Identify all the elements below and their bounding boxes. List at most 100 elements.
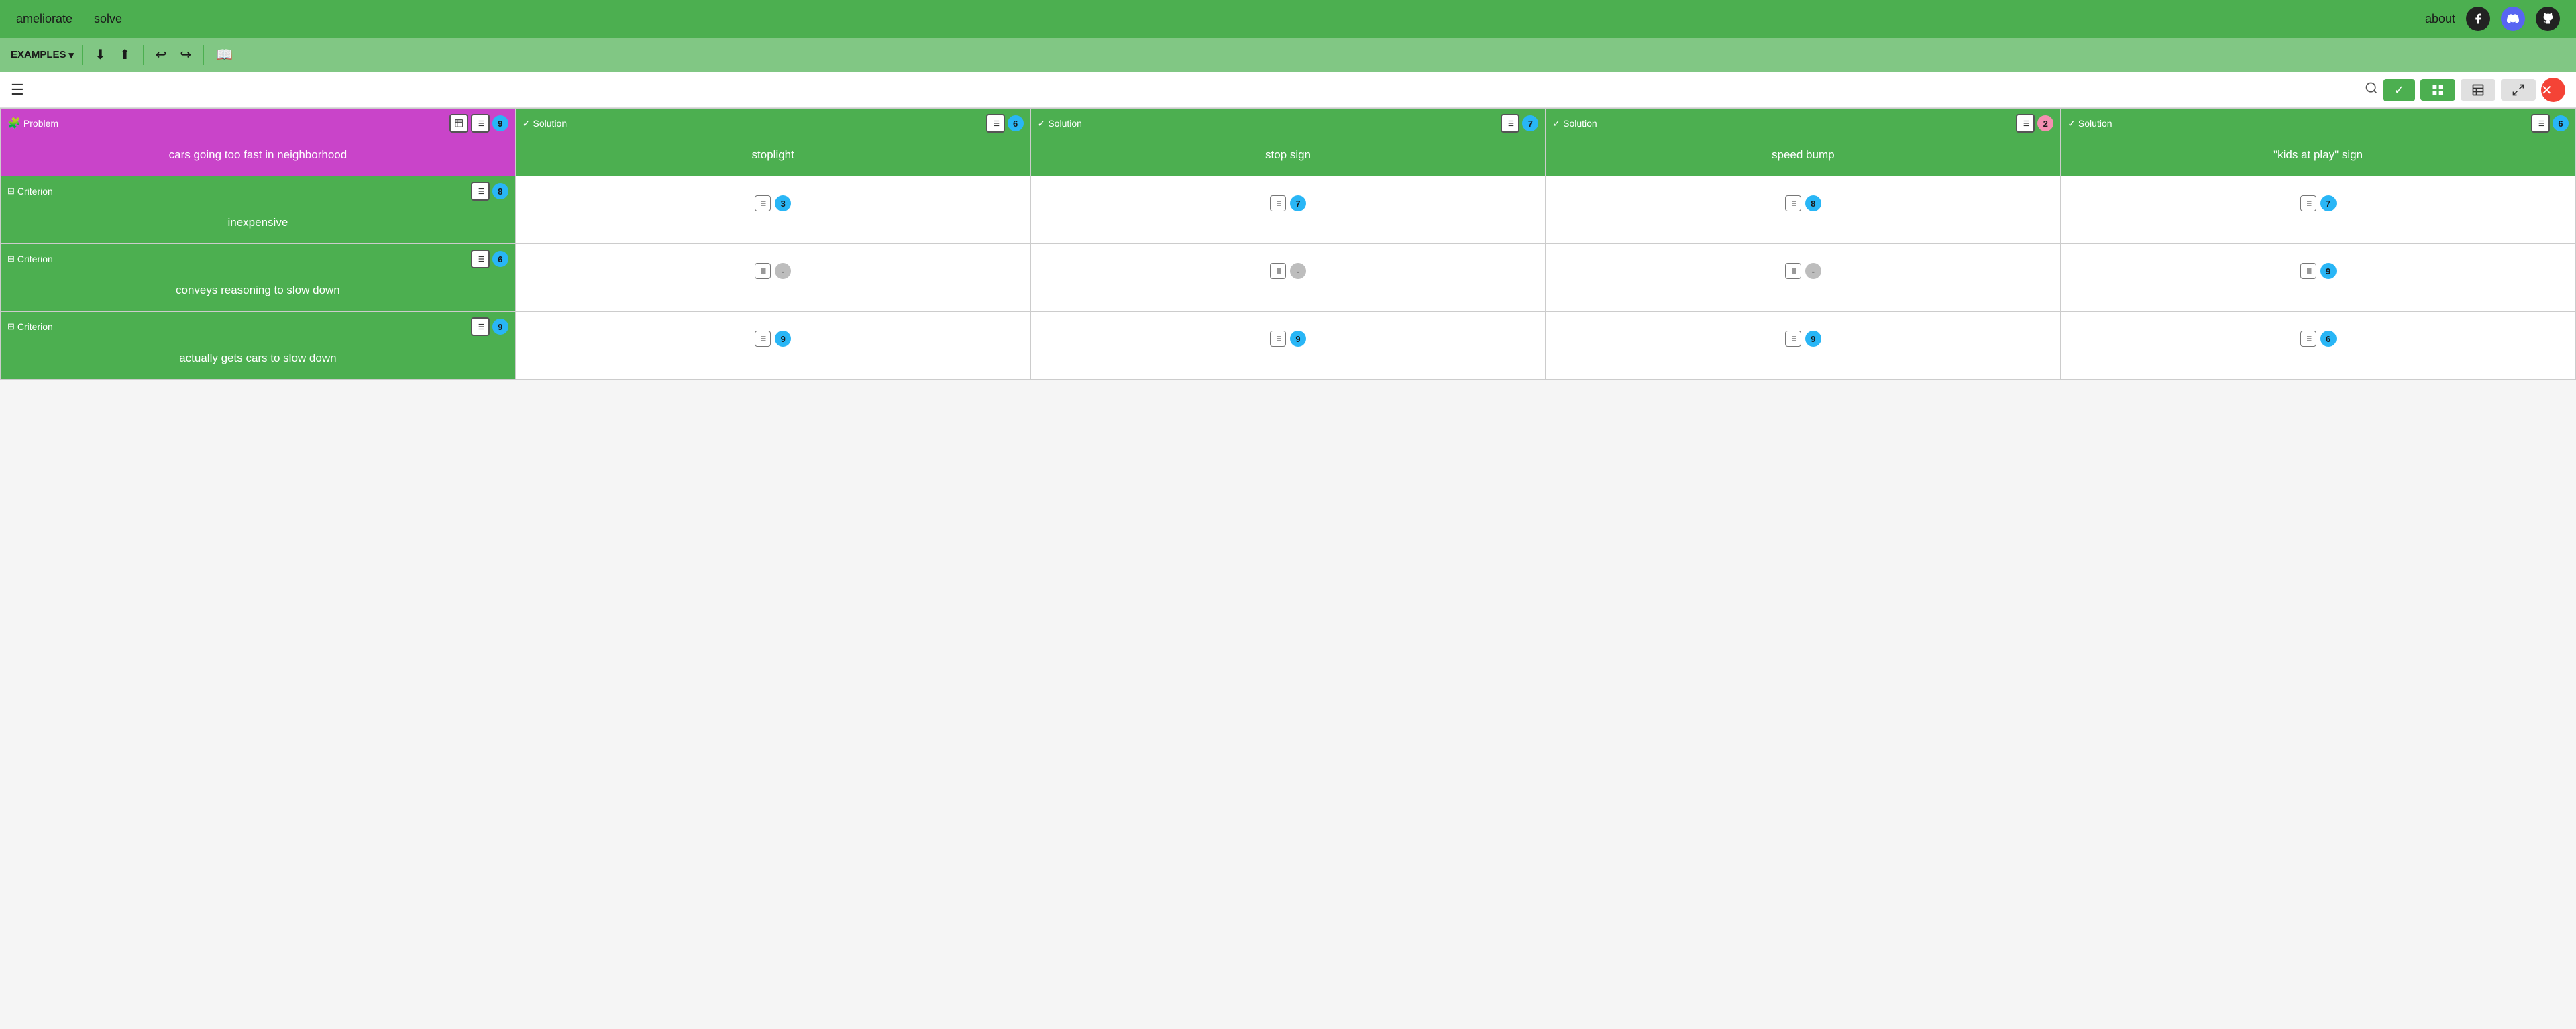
score-cell-1-0: - xyxy=(515,244,1030,312)
solution-1-list-icon[interactable] xyxy=(1501,114,1519,133)
score-badge-1-2: - xyxy=(1805,263,1821,279)
score-cell-2-0: 9 xyxy=(515,312,1030,380)
score-cell-2-2: 9 xyxy=(1546,312,2061,380)
score-inner-0-3: 7 xyxy=(2061,176,2575,230)
criterion-0-badge: 8 xyxy=(492,183,508,199)
score-icon-0-3[interactable] xyxy=(2300,195,2316,211)
puzzle-icon: 🧩 xyxy=(7,117,21,130)
criterion-2-header: ⊞ Criterion 9 xyxy=(1,312,515,339)
criterion-1-list-icon[interactable] xyxy=(471,250,490,268)
toolbar-separator xyxy=(82,45,83,65)
score-inner-2-1: 9 xyxy=(1031,312,1546,366)
solution-2-header: ✓ Solution 2 xyxy=(1546,109,2060,136)
close-button[interactable]: ✕ xyxy=(2541,78,2565,102)
grid-view-button[interactable] xyxy=(2420,79,2455,101)
score-cell-1-1: - xyxy=(1030,244,1546,312)
score-icon-2-2[interactable] xyxy=(1785,331,1801,347)
solution-1-badge: 7 xyxy=(1522,115,1538,131)
github-icon[interactable] xyxy=(2536,7,2560,31)
score-icon-1-3[interactable] xyxy=(2300,263,2316,279)
problem-cell: 🧩 Problem 9 cars going too fast in neigh… xyxy=(1,109,516,176)
criterion-1-icon: ⊞ xyxy=(7,254,15,264)
upload-button[interactable]: ⬆ xyxy=(115,44,135,66)
score-icon-1-2[interactable] xyxy=(1785,263,1801,279)
search-button[interactable] xyxy=(2365,81,2378,99)
solution-2-label: ✓ Solution xyxy=(1552,118,1597,129)
criterion-0-list-icon[interactable] xyxy=(471,182,490,201)
solution-1-title[interactable]: stop sign xyxy=(1031,136,1546,176)
redo-button[interactable]: ↪ xyxy=(176,44,195,66)
score-icon-2-1[interactable] xyxy=(1270,331,1286,347)
nav-solve[interactable]: solve xyxy=(94,12,122,26)
score-badge-2-1: 9 xyxy=(1290,331,1306,347)
score-icon-0-2[interactable] xyxy=(1785,195,1801,211)
solution-3-label: ✓ Solution xyxy=(2068,118,2112,129)
book-button[interactable]: 📖 xyxy=(212,44,237,66)
criterion-2-icons: 9 xyxy=(471,317,508,336)
solution-3-title[interactable]: "kids at play" sign xyxy=(2061,136,2575,176)
discord-icon[interactable] xyxy=(2501,7,2525,31)
problem-title[interactable]: cars going too fast in neighborhood xyxy=(1,136,515,176)
solution-cell-2: ✓ Solution 2 speed bump xyxy=(1546,109,2061,176)
solution-cell-0: ✓ Solution 6 stoplight xyxy=(515,109,1030,176)
nav-ameliorate[interactable]: ameliorate xyxy=(16,12,72,26)
score-badge-0-1: 7 xyxy=(1290,195,1306,211)
solution-3-badge: 6 xyxy=(2553,115,2569,131)
score-icon-0-1[interactable] xyxy=(1270,195,1286,211)
score-inner-1-1: - xyxy=(1031,244,1546,298)
score-cell-0-0: 3 xyxy=(515,176,1030,244)
check-view-button[interactable]: ✓ xyxy=(2383,79,2415,101)
solution-1-label: ✓ Solution xyxy=(1038,118,1082,129)
score-badge-0-2: 8 xyxy=(1805,195,1821,211)
solution-1-header: ✓ Solution 7 xyxy=(1031,109,1546,136)
expand-button[interactable] xyxy=(2501,79,2536,101)
score-inner-0-2: 8 xyxy=(1546,176,2060,230)
nav-right: about xyxy=(2425,7,2560,31)
problem-list-icon[interactable] xyxy=(471,114,490,133)
criterion-0-title[interactable]: inexpensive xyxy=(1,203,515,243)
solution-2-icons: 2 xyxy=(2016,114,2053,133)
solution-0-badge: 6 xyxy=(1008,115,1024,131)
facebook-icon[interactable] xyxy=(2466,7,2490,31)
hamburger-menu[interactable]: ☰ xyxy=(11,81,24,99)
solution-0-label: ✓ Solution xyxy=(523,118,567,129)
solution-0-header: ✓ Solution 6 xyxy=(516,109,1030,136)
problem-header: 🧩 Problem 9 xyxy=(1,109,515,136)
score-cell-1-3: 9 xyxy=(2061,244,2576,312)
criterion-2-icon: ⊞ xyxy=(7,321,15,332)
problem-table-icon[interactable] xyxy=(449,114,468,133)
criterion-row-2: ⊞ Criterion 9 actually gets cars to slow… xyxy=(1,312,2576,380)
criterion-0-icon: ⊞ xyxy=(7,186,15,197)
score-icon-1-1[interactable] xyxy=(1270,263,1286,279)
criterion-2-list-icon[interactable] xyxy=(471,317,490,336)
criterion-2-title[interactable]: actually gets cars to slow down xyxy=(1,339,515,379)
score-cell-2-1: 9 xyxy=(1030,312,1546,380)
score-icon-1-0[interactable] xyxy=(755,263,771,279)
score-icon-0-0[interactable] xyxy=(755,195,771,211)
criterion-row-1: ⊞ Criterion 6 conveys reasoning to slow … xyxy=(1,244,2576,312)
score-icon-2-0[interactable] xyxy=(755,331,771,347)
solution-2-title[interactable]: speed bump xyxy=(1546,136,2060,176)
examples-button[interactable]: EXAMPLES ▾ xyxy=(11,49,74,61)
download-button[interactable]: ⬇ xyxy=(91,44,110,66)
criterion-1-title[interactable]: conveys reasoning to slow down xyxy=(1,271,515,311)
checkmark-icon-1: ✓ xyxy=(1038,118,1046,129)
score-icon-2-3[interactable] xyxy=(2300,331,2316,347)
score-cell-0-2: 8 xyxy=(1546,176,2061,244)
criterion-1-header: ⊞ Criterion 6 xyxy=(1,244,515,271)
nav-about[interactable]: about xyxy=(2425,12,2455,26)
checkmark-icon-2: ✓ xyxy=(1552,118,1560,129)
problem-badge: 9 xyxy=(492,115,508,131)
split-view-button[interactable] xyxy=(2461,79,2496,101)
solution-3-list-icon[interactable] xyxy=(2531,114,2550,133)
checkmark-icon-0: ✓ xyxy=(523,118,531,129)
solution-0-title[interactable]: stoplight xyxy=(516,136,1030,176)
score-badge-1-0: - xyxy=(775,263,791,279)
toolbar: EXAMPLES ▾ ⬇ ⬆ ↩ ↪ 📖 xyxy=(0,38,2576,72)
toolbar-separator-3 xyxy=(203,45,204,65)
criterion-2-label: ⊞ Criterion xyxy=(7,321,53,332)
top-nav: ameliorate solve about xyxy=(0,0,2576,38)
undo-button[interactable]: ↩ xyxy=(152,44,171,66)
solution-2-list-icon[interactable] xyxy=(2016,114,2035,133)
solution-0-list-icon[interactable] xyxy=(986,114,1005,133)
